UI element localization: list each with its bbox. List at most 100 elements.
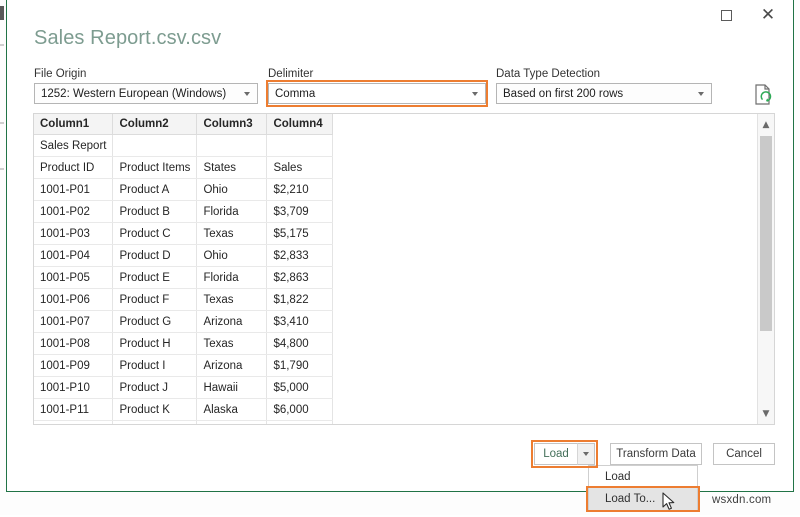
chevron-up-icon[interactable]: ▲ — [758, 116, 774, 133]
table-cell: Product F — [112, 288, 198, 311]
column-header[interactable]: Column3 — [196, 114, 268, 135]
table-cell: 1001-P02 — [34, 200, 114, 223]
transform-data-button[interactable]: Transform Data — [610, 443, 702, 465]
chevron-down-icon — [472, 91, 478, 96]
maximize-icon — [720, 9, 732, 21]
table-cell: $5,000 — [266, 376, 334, 399]
close-button[interactable]: ✕ — [749, 0, 787, 30]
table-cell: Arizona — [196, 310, 268, 333]
table-cell: Ohio — [196, 244, 268, 267]
table-cell — [196, 134, 268, 157]
table-row: Product ID Product Items States Sales — [34, 156, 334, 179]
table-cell: $1,790 — [266, 354, 334, 377]
column-header[interactable]: Column2 — [112, 114, 198, 135]
column-header[interactable]: Column1 — [34, 114, 114, 135]
delimiter-select[interactable]: Comma — [268, 83, 486, 104]
table-cell — [266, 420, 334, 424]
table-cell: Product D — [112, 244, 198, 267]
background-gridline — [0, 44, 4, 46]
table-cell: Product C — [112, 222, 198, 245]
table-cell: Texas — [196, 288, 268, 311]
csv-preview-pane: Column1 Column2 Column3 Column4 Sales Re… — [33, 113, 775, 425]
file-refresh-icon[interactable] — [753, 84, 773, 106]
table-row: 1001-P05 Product E Florida $2,863 — [34, 266, 334, 289]
table-cell: 1001-P10 — [34, 376, 114, 399]
table-cell: Sales Report — [34, 134, 114, 157]
menu-item-load-to[interactable]: Load To... — [589, 488, 697, 510]
chevron-down-icon — [583, 452, 589, 456]
scrollbar-thumb[interactable] — [760, 136, 772, 331]
table-cell: Product K — [112, 398, 198, 421]
table-row: 1001-P08 Product H Texas $4,800 — [34, 332, 334, 355]
chevron-down-icon[interactable]: ▼ — [758, 405, 774, 422]
table-cell: Ohio — [196, 178, 268, 201]
file-origin-value: 1252: Western European (Windows) — [41, 87, 227, 100]
table-cell: Product G — [112, 310, 198, 333]
background-cell-marker — [0, 6, 4, 20]
table-cell: Product J — [112, 376, 198, 399]
maximize-button[interactable] — [707, 0, 745, 30]
file-origin-select[interactable]: 1252: Western European (Windows) — [34, 83, 258, 104]
table-cell: $4,800 — [266, 332, 334, 355]
table-cell — [112, 420, 198, 424]
table-cell: Arizona — [196, 354, 268, 377]
table-cell — [112, 134, 198, 157]
table-row: 1001-P03 Product C Texas $5,175 — [34, 222, 334, 245]
table-body: Sales Report Product ID Product Items State… — [34, 134, 334, 424]
table-cell: Product Items — [112, 156, 198, 179]
table-cell: 1001-P04 — [34, 244, 114, 267]
table-row: 1001-P06 Product F Texas $1,822 — [34, 288, 334, 311]
table-cell: Alaska — [196, 398, 268, 421]
table-row: 1001-P01 Product A Ohio $2,210 — [34, 178, 334, 201]
data-type-detection-value: Based on first 200 rows — [503, 87, 624, 100]
table-cell: 1001-P03 — [34, 222, 114, 245]
table-row: Sales Report — [34, 134, 334, 157]
background-gridline — [0, 122, 4, 124]
table-cell: 1001-P05 — [34, 266, 114, 289]
load-dropdown-menu: Load Load To... — [588, 465, 698, 511]
table-cell: Hawaii — [196, 376, 268, 399]
table-cell: $3,410 — [266, 310, 334, 333]
table-row: 1001-P07 Product G Arizona $3,410 — [34, 310, 334, 333]
table-row: 1001-P02 Product B Florida $3,709 — [34, 200, 334, 223]
dialog-titlebar: ✕ — [7, 0, 793, 30]
page-title: Sales Report.csv.csv — [34, 27, 222, 49]
cancel-button[interactable]: Cancel — [713, 443, 775, 465]
delimiter-label: Delimiter — [268, 68, 314, 80]
delimiter-value: Comma — [275, 87, 316, 100]
table-cell: 1001-P09 — [34, 354, 114, 377]
table-cell: Product ID — [34, 156, 114, 179]
table-cell: $5,175 — [266, 222, 334, 245]
column-header[interactable]: Column4 — [266, 114, 334, 135]
import-csv-dialog: ✕ Sales Report.csv.csv File Origin 1252:… — [6, 0, 794, 492]
table-cell: States — [196, 156, 268, 179]
table-row: 1001-P09 Product I Arizona $1,790 — [34, 354, 334, 377]
table-cell: $2,210 — [266, 178, 334, 201]
data-type-detection-label: Data Type Detection — [496, 68, 600, 80]
table-cell: 1001-P08 — [34, 332, 114, 355]
table-cell: Sales — [266, 156, 334, 179]
table-cell: 1001-P11 — [34, 398, 114, 421]
table-cell: 1001-P01 — [34, 178, 114, 201]
table-cell: $6,000 — [266, 398, 334, 421]
close-icon: ✕ — [760, 4, 776, 25]
table-cell: $2,833 — [266, 244, 334, 267]
table-cell: 1001-P06 — [34, 288, 114, 311]
preview-vertical-scrollbar[interactable]: ▲ ▼ — [757, 114, 774, 424]
data-type-detection-select[interactable]: Based on first 200 rows — [496, 83, 712, 104]
load-button[interactable]: Load — [534, 443, 578, 465]
table-row: 1001-P11 Product K Alaska $6,000 — [34, 398, 334, 421]
table-cell — [196, 420, 268, 424]
table-cell: 1001-P07 — [34, 310, 114, 333]
background-gridline — [0, 168, 4, 170]
table-cell: Product B — [112, 200, 198, 223]
file-origin-label: File Origin — [34, 68, 87, 80]
table-cell — [34, 420, 114, 424]
table-cell: Florida — [196, 200, 268, 223]
chevron-down-icon — [698, 91, 704, 96]
table-cell: Texas — [196, 222, 268, 245]
table-cell: Product I — [112, 354, 198, 377]
menu-item-load[interactable]: Load — [589, 466, 697, 488]
load-dropdown-button[interactable] — [577, 443, 595, 465]
table-cell: Texas — [196, 332, 268, 355]
